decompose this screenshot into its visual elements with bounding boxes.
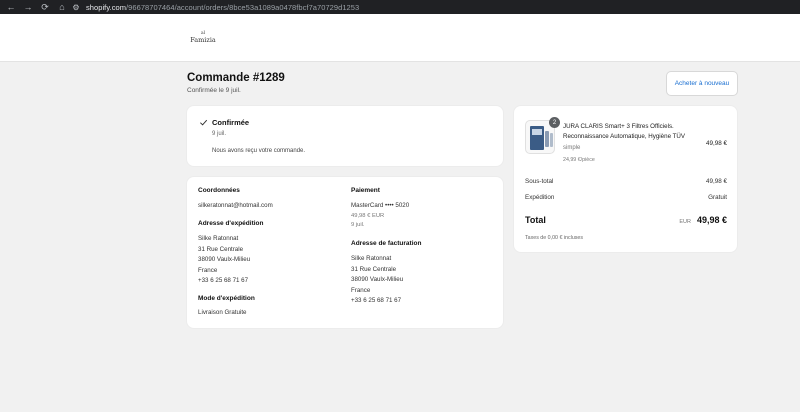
order-summary-card: 2 JURA CLARIS Smart+ 3 Filtres Officiels… bbox=[514, 106, 737, 252]
address-bar[interactable]: ⚙ shopify.com/96678707464/account/orders… bbox=[70, 1, 790, 13]
site-settings-icon[interactable]: ⚙ bbox=[70, 2, 82, 12]
total-currency: EUR bbox=[679, 219, 691, 225]
tax-note: Taxes de 0,00 € incluses bbox=[525, 235, 584, 241]
subtotal-label: Sous-total bbox=[525, 178, 554, 185]
page-title: Commande #1289 bbox=[187, 72, 285, 84]
payment-date: 9 juil. bbox=[351, 222, 365, 228]
check-icon bbox=[200, 119, 208, 126]
contact-email: silkeratonnat@hotmail.com bbox=[198, 202, 273, 209]
back-arrow-icon[interactable]: ← bbox=[4, 0, 18, 14]
order-confirmed-date: Confirmée le 9 juil. bbox=[187, 87, 241, 94]
url-text: shopify.com/96678707464/account/orders/8… bbox=[86, 2, 360, 12]
shipping-method-label: Mode d'expédition bbox=[198, 295, 255, 302]
store-logo[interactable]: al Famizia bbox=[188, 31, 218, 47]
store-header: al Famizia bbox=[0, 14, 800, 62]
home-icon[interactable]: ⌂ bbox=[55, 0, 69, 14]
order-details-card: Coordonnées silkeratonnat@hotmail.com Ad… bbox=[187, 177, 503, 328]
address-line: France bbox=[351, 286, 371, 294]
shipping-method: Livraison Gratuite bbox=[198, 309, 247, 316]
billing-address: Silke Ratonnat 31 Rue Centrale 38090 Vau… bbox=[351, 254, 403, 307]
address-line: 38090 Vaulx-Milieu bbox=[198, 256, 251, 263]
address-line: 38090 Vaulx-Milieu bbox=[351, 276, 404, 283]
shipping-cost-value: Gratuit bbox=[708, 194, 727, 201]
order-status-card: Confirmée 9 juil. Nous avons reçu votre … bbox=[187, 106, 503, 166]
status-message: Nous avons reçu votre commande. bbox=[212, 148, 306, 154]
payment-label: Paiement bbox=[351, 187, 380, 194]
status-title: Confirmée bbox=[212, 118, 250, 127]
billing-address-label: Adresse de facturation bbox=[351, 240, 422, 247]
shipping-address: Silke Ratonnat 31 Rue Centrale 38090 Vau… bbox=[198, 234, 250, 287]
product-variant: simple bbox=[563, 145, 581, 151]
address-line: +33 6 25 68 71 67 bbox=[351, 297, 402, 304]
product-unit-price: 24,99 €/pièce bbox=[563, 157, 595, 163]
product-name[interactable]: JURA CLARIS Smart+ 3 Filtres Officiels. … bbox=[563, 122, 703, 142]
address-line: 31 Rue Centrale bbox=[198, 245, 244, 253]
address-line: 31 Rue Centrale bbox=[351, 265, 397, 273]
logo-text: Famizia bbox=[190, 36, 216, 44]
address-line: Silke Ratonnat bbox=[198, 235, 239, 242]
buy-again-button[interactable]: Acheter à nouveau bbox=[666, 71, 738, 96]
total-label: Total bbox=[525, 215, 546, 225]
browser-toolbar: ← → ⟳ ⌂ ⚙ shopify.com/96678707464/accoun… bbox=[0, 0, 800, 14]
address-line: Silke Ratonnat bbox=[351, 255, 392, 262]
total-value: 49,98 € bbox=[696, 215, 727, 225]
address-line: +33 6 25 68 71 67 bbox=[198, 277, 249, 284]
reload-icon[interactable]: ⟳ bbox=[38, 0, 52, 14]
shipping-address-label: Adresse d'expédition bbox=[198, 220, 264, 227]
product-line-price: 49,98 € bbox=[705, 140, 727, 147]
payment-amount: 49,98 € EUR bbox=[351, 213, 385, 219]
forward-arrow-icon[interactable]: → bbox=[21, 0, 35, 14]
shipping-cost-label: Expédition bbox=[525, 194, 555, 201]
quantity-badge: 2 bbox=[549, 117, 560, 128]
contact-label: Coordonnées bbox=[198, 187, 240, 194]
payment-card: MasterCard •••• 5020 bbox=[351, 202, 410, 209]
address-line: France bbox=[198, 266, 218, 274]
subtotal-value: 49,98 € bbox=[705, 178, 727, 185]
status-date: 9 juil. bbox=[212, 131, 227, 137]
